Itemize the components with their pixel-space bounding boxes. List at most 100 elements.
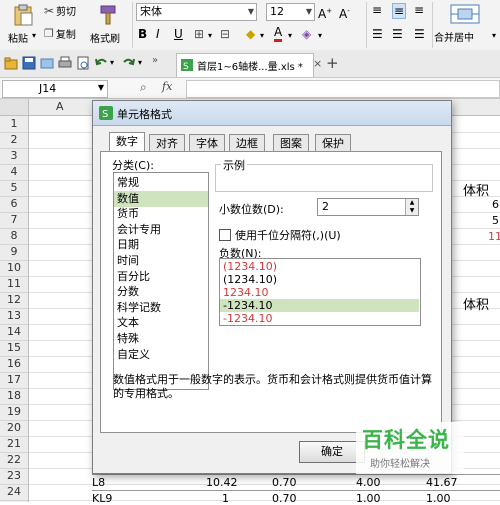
stepper-down-icon[interactable]: ▼ bbox=[406, 207, 418, 215]
font-size-select[interactable]: 12 ▼ bbox=[266, 3, 315, 21]
undo-icon[interactable] bbox=[94, 56, 108, 70]
align-bottom-icon[interactable]: ≡ bbox=[414, 3, 424, 17]
tab-border[interactable]: 边框 bbox=[229, 134, 265, 152]
new-tab-button[interactable]: + bbox=[326, 54, 339, 72]
align-left-icon[interactable]: ☰ bbox=[372, 27, 383, 41]
negative-format-option[interactable]: (1234.10) bbox=[220, 273, 419, 286]
category-item[interactable]: 数值 bbox=[114, 190, 208, 207]
increase-font-icon[interactable]: A+ bbox=[318, 4, 332, 21]
negative-format-option[interactable]: (1234.10) bbox=[220, 260, 419, 273]
row-number[interactable]: 11 bbox=[0, 277, 28, 290]
chevron-down-icon[interactable]: ▾ bbox=[110, 58, 114, 67]
paste-button[interactable]: 粘贴 ▾ bbox=[6, 2, 42, 48]
row-number[interactable]: 13 bbox=[0, 309, 28, 322]
negative-format-option[interactable]: -1234.10 bbox=[220, 299, 419, 312]
decimal-places-stepper[interactable]: 2 ▲ ▼ bbox=[317, 198, 419, 216]
tab-number[interactable]: 数字 bbox=[109, 132, 145, 153]
row-number[interactable]: 21 bbox=[0, 437, 28, 450]
chevron-down-icon[interactable]: ▾ bbox=[492, 31, 496, 40]
chevron-down-icon[interactable]: ▾ bbox=[318, 29, 322, 43]
category-item[interactable]: 常规 bbox=[114, 175, 208, 191]
tab-font[interactable]: 字体 bbox=[189, 134, 225, 152]
file-tab[interactable]: S 首层1~6轴楼...量.xls * bbox=[176, 53, 314, 77]
column-a-header[interactable]: A bbox=[56, 100, 64, 113]
category-item[interactable]: 特殊 bbox=[114, 331, 208, 347]
row-number[interactable]: 2 bbox=[0, 133, 28, 146]
align-middle-icon[interactable]: ≡ bbox=[392, 3, 407, 19]
select-all-corner[interactable] bbox=[0, 99, 29, 116]
category-item[interactable]: 货币 bbox=[114, 206, 208, 222]
tab-alignment[interactable]: 对齐 bbox=[149, 134, 185, 152]
bold-button[interactable]: B bbox=[138, 27, 147, 41]
row-number[interactable]: 20 bbox=[0, 421, 28, 434]
redo-icon[interactable] bbox=[122, 56, 136, 70]
print-preview-icon[interactable] bbox=[76, 56, 90, 70]
border-icon[interactable]: ⊞ bbox=[194, 27, 204, 41]
row-number[interactable]: 22 bbox=[0, 453, 28, 466]
open-folder-icon[interactable] bbox=[4, 56, 18, 70]
merge-center-button[interactable]: 合并居中 ▾ bbox=[434, 2, 500, 48]
category-item[interactable]: 文本 bbox=[114, 315, 208, 331]
category-item[interactable]: 会计专用 bbox=[114, 222, 208, 238]
italic-button[interactable]: I bbox=[156, 27, 160, 41]
stepper-arrows[interactable]: ▲ ▼ bbox=[405, 199, 418, 215]
decrease-font-icon[interactable]: A- bbox=[339, 4, 350, 21]
more-icon[interactable]: » bbox=[152, 55, 158, 66]
copy-button[interactable]: ❐ 复制 bbox=[44, 26, 76, 41]
cloud-icon[interactable] bbox=[40, 56, 54, 70]
close-tab-icon[interactable]: × bbox=[313, 57, 322, 70]
cut-button[interactable]: ✂ 剪切 bbox=[44, 3, 76, 19]
category-list[interactable]: 常规 数值 货币 会计专用 日期 时间 百分比 分数 科学记数 文本 特殊 自定义 bbox=[113, 172, 209, 390]
row-number[interactable]: 3 bbox=[0, 149, 28, 162]
zoom-icon[interactable]: ⌕ bbox=[140, 80, 147, 95]
tab-pattern[interactable]: 图案 bbox=[273, 134, 309, 152]
row-number[interactable]: 6 bbox=[0, 197, 28, 210]
align-right-icon[interactable]: ☰ bbox=[414, 27, 425, 41]
chevron-down-icon[interactable]: ▾ bbox=[260, 29, 264, 43]
name-box[interactable]: J14 ▼ bbox=[2, 80, 108, 98]
category-item[interactable]: 科学记数 bbox=[114, 300, 208, 316]
dialog-titlebar[interactable]: S 单元格格式 bbox=[93, 101, 451, 126]
paste-dropdown-icon[interactable]: ▾ bbox=[32, 31, 36, 40]
format-painter-button[interactable]: 格式刷 bbox=[88, 2, 128, 48]
function-icon[interactable]: fx bbox=[162, 80, 172, 93]
category-item[interactable]: 自定义 bbox=[114, 347, 208, 363]
merge-cells-icon[interactable]: ⊟ bbox=[220, 27, 230, 41]
font-name-select[interactable]: 宋体 ▼ bbox=[136, 3, 257, 21]
row-number[interactable]: 14 bbox=[0, 325, 28, 338]
tab-protection[interactable]: 保护 bbox=[315, 134, 351, 152]
align-top-icon[interactable]: ≡ bbox=[372, 3, 382, 17]
row-number[interactable]: 18 bbox=[0, 389, 28, 402]
stepper-up-icon[interactable]: ▲ bbox=[406, 199, 418, 207]
row-number[interactable]: 24 bbox=[0, 485, 28, 498]
print-icon[interactable] bbox=[58, 56, 72, 70]
row-number[interactable]: 8 bbox=[0, 229, 28, 242]
category-item[interactable]: 时间 bbox=[114, 253, 208, 269]
chevron-down-icon[interactable]: ▾ bbox=[208, 29, 212, 43]
underline-button[interactable]: U bbox=[174, 27, 183, 41]
save-icon[interactable] bbox=[22, 56, 36, 70]
negative-format-option[interactable]: 1234.10 bbox=[220, 286, 419, 299]
row-number[interactable]: 10 bbox=[0, 261, 28, 274]
formula-input[interactable] bbox=[186, 80, 500, 98]
category-item[interactable]: 分数 bbox=[114, 284, 208, 300]
font-color-button[interactable]: A bbox=[274, 26, 283, 42]
negative-format-option[interactable]: -1234.10 bbox=[220, 312, 419, 325]
row-number[interactable]: 5 bbox=[0, 181, 28, 194]
negative-numbers-list[interactable]: (1234.10) (1234.10) 1234.10 -1234.10 -1234.1… bbox=[219, 258, 421, 326]
row-number[interactable]: 23 bbox=[0, 469, 28, 482]
row-number[interactable]: 9 bbox=[0, 245, 28, 258]
row-number[interactable]: 12 bbox=[0, 293, 28, 306]
row-number[interactable]: 19 bbox=[0, 405, 28, 418]
row-number[interactable]: 1 bbox=[0, 117, 28, 130]
category-item[interactable]: 日期 bbox=[114, 237, 208, 253]
row-number[interactable]: 4 bbox=[0, 165, 28, 178]
clear-format-icon[interactable]: ◈ bbox=[302, 27, 311, 41]
align-center-icon[interactable]: ☰ bbox=[392, 27, 403, 41]
row-number[interactable]: 17 bbox=[0, 373, 28, 386]
fill-color-icon[interactable]: ◆ bbox=[246, 27, 255, 41]
row-number[interactable]: 15 bbox=[0, 341, 28, 354]
chevron-down-icon[interactable]: ▾ bbox=[288, 29, 292, 43]
row-number[interactable]: 7 bbox=[0, 213, 28, 226]
thousands-separator-checkbox[interactable] bbox=[219, 229, 231, 241]
